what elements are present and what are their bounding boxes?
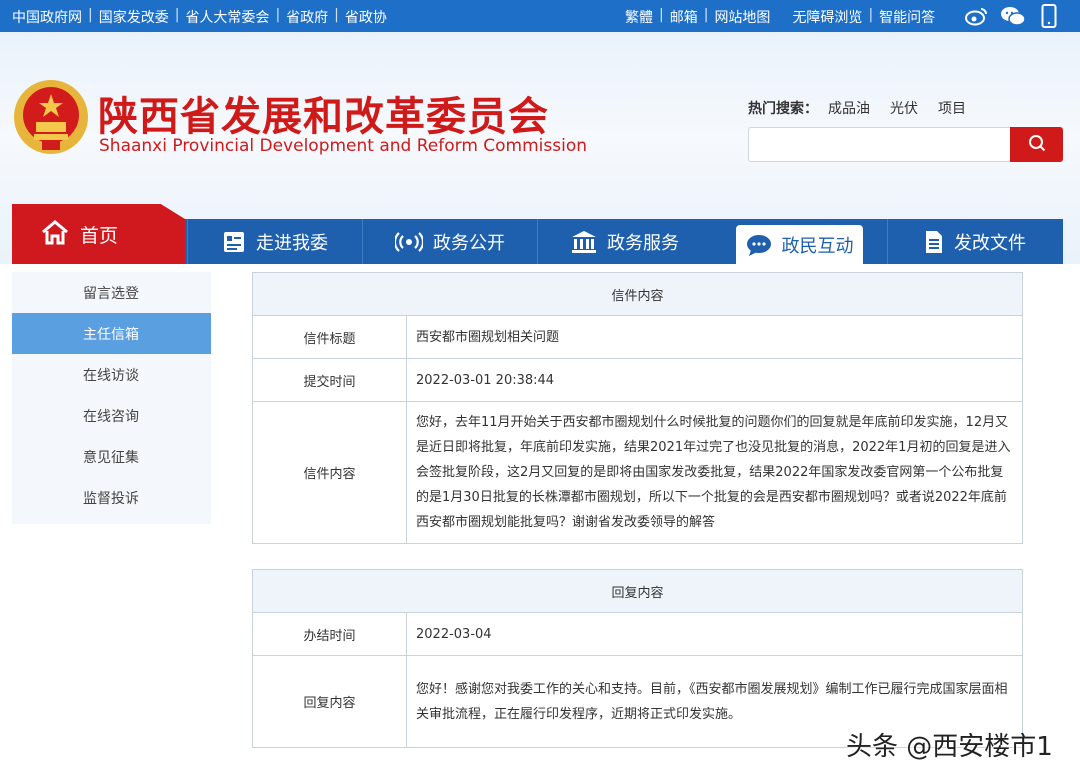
watermark: 头条 @西安楼市1 xyxy=(846,732,1053,762)
sidebar-item-director-mailbox[interactable]: 主任信箱 xyxy=(12,313,211,354)
nav-open-gov-label: 政务公开 xyxy=(433,232,505,254)
link-gov-cn[interactable]: 中国政府网 xyxy=(12,7,82,27)
document-icon xyxy=(924,230,944,254)
building-icon xyxy=(571,230,597,254)
hot-term-project[interactable]: 项目 xyxy=(938,98,966,118)
hot-term-pv[interactable]: 光伏 xyxy=(890,98,918,118)
letter-panel-header: 信件内容 xyxy=(253,273,1022,316)
search-icon xyxy=(1028,134,1046,155)
link-npc[interactable]: 省人大常委会 xyxy=(185,7,269,27)
hot-term-oil[interactable]: 成品油 xyxy=(828,98,870,118)
letter-panel: 信件内容 信件标题 西安都市圈规划相关问题 提交时间 2022-03-01 20… xyxy=(252,272,1023,544)
table-row: 提交时间 2022-03-01 20:38:44 xyxy=(253,359,1022,402)
site-title-cn: 陕西省发展和改革委员会 xyxy=(98,93,549,140)
close-time-value: 2022-03-04 xyxy=(416,626,492,642)
national-emblem-logo[interactable] xyxy=(12,78,90,156)
search-box xyxy=(748,127,1063,162)
home-icon xyxy=(40,219,70,250)
table-row: 办结时间 2022-03-04 xyxy=(253,613,1022,656)
weibo-icon[interactable] xyxy=(964,4,990,28)
search-input[interactable] xyxy=(748,127,1010,162)
submit-time-value: 2022-03-01 20:38:44 xyxy=(416,372,555,388)
main-nav: 首页 走进我委 政务公开 政务服务 政民互动 发改文件 xyxy=(12,204,1063,264)
link-sitemap[interactable]: 网站地图 xyxy=(714,7,770,27)
chat-bubble-icon xyxy=(746,233,772,257)
nav-about[interactable]: 走进我委 xyxy=(187,219,362,264)
row-key: 信件内容 xyxy=(253,402,407,543)
sidebar-item-online-interview[interactable]: 在线访谈 xyxy=(12,354,211,395)
row-key: 提交时间 xyxy=(253,359,407,401)
sidebar-item-selected-messages[interactable]: 留言选登 xyxy=(12,272,211,313)
nav-open-gov[interactable]: 政务公开 xyxy=(362,219,537,264)
link-mail[interactable]: 邮箱 xyxy=(670,7,698,27)
letter-content-value: 您好，去年11月开始关于西安都市圈规划什么时候批复的问题你们的回复就是年底前印发… xyxy=(416,415,1011,530)
sidebar: 留言选登 主任信箱 在线访谈 在线咨询 意见征集 监督投诉 xyxy=(12,272,211,524)
link-cppcc[interactable]: 省政协 xyxy=(345,7,387,27)
nav-documents[interactable]: 发改文件 xyxy=(887,219,1062,264)
id-card-icon xyxy=(222,230,246,254)
link-accessibility[interactable]: 无障碍浏览 xyxy=(792,7,862,27)
table-row: 信件标题 西安都市圈规划相关问题 xyxy=(253,316,1022,359)
wechat-icon[interactable] xyxy=(1000,4,1026,28)
top-bar: 中国政府网 | 国家发改委 | 省人大常委会 | 省政府 | 省政协 繁體 | 邮箱 | 网… xyxy=(0,0,1080,32)
broadcast-icon xyxy=(395,230,423,254)
letter-title-value: 西安都市圈规划相关问题 xyxy=(416,329,560,345)
hot-search: 热门搜索： 成品油 光伏 项目 xyxy=(748,98,986,118)
site-title-en: Shaanxi Provincial Development and Refor… xyxy=(99,136,588,156)
nav-interaction[interactable]: 政民互动 xyxy=(736,225,863,264)
link-province-gov[interactable]: 省政府 xyxy=(286,7,328,27)
top-links-left: 中国政府网 | 国家发改委 | 省人大常委会 | 省政府 | 省政协 xyxy=(12,7,387,27)
reply-panel: 回复内容 办结时间 2022-03-04 回复内容 您好！感谢您对我委工作的关心… xyxy=(252,569,1023,748)
nav-services[interactable]: 政务服务 xyxy=(537,219,712,264)
link-ndrc[interactable]: 国家发改委 xyxy=(99,7,169,27)
hot-search-label: 热门搜索： xyxy=(748,101,818,117)
reply-panel-header: 回复内容 xyxy=(253,570,1022,613)
nav-interaction-label: 政民互动 xyxy=(781,235,854,257)
nav-home[interactable]: 首页 xyxy=(12,204,185,264)
link-traditional[interactable]: 繁體 xyxy=(625,7,653,27)
row-key: 回复内容 xyxy=(253,656,407,747)
row-key: 办结时间 xyxy=(253,613,407,655)
nav-about-label: 走进我委 xyxy=(256,232,328,254)
row-key: 信件标题 xyxy=(253,316,407,358)
sidebar-item-opinion-collect[interactable]: 意见征集 xyxy=(12,436,211,477)
sidebar-item-online-consult[interactable]: 在线咨询 xyxy=(12,395,211,436)
nav-documents-label: 发改文件 xyxy=(954,232,1026,254)
sidebar-item-complaint[interactable]: 监督投诉 xyxy=(12,477,211,518)
nav-home-label: 首页 xyxy=(80,224,119,247)
nav-services-label: 政务服务 xyxy=(607,232,679,254)
link-smart-qa[interactable]: 智能问答 xyxy=(879,7,935,27)
top-links-right: 繁體 | 邮箱 | 网站地图 无障碍浏览 | 智能问答 xyxy=(625,7,936,27)
table-row: 信件内容 您好，去年11月开始关于西安都市圈规划什么时候批复的问题你们的回复就是… xyxy=(253,402,1022,543)
mobile-icon[interactable] xyxy=(1036,4,1062,28)
search-button[interactable] xyxy=(1010,127,1063,162)
